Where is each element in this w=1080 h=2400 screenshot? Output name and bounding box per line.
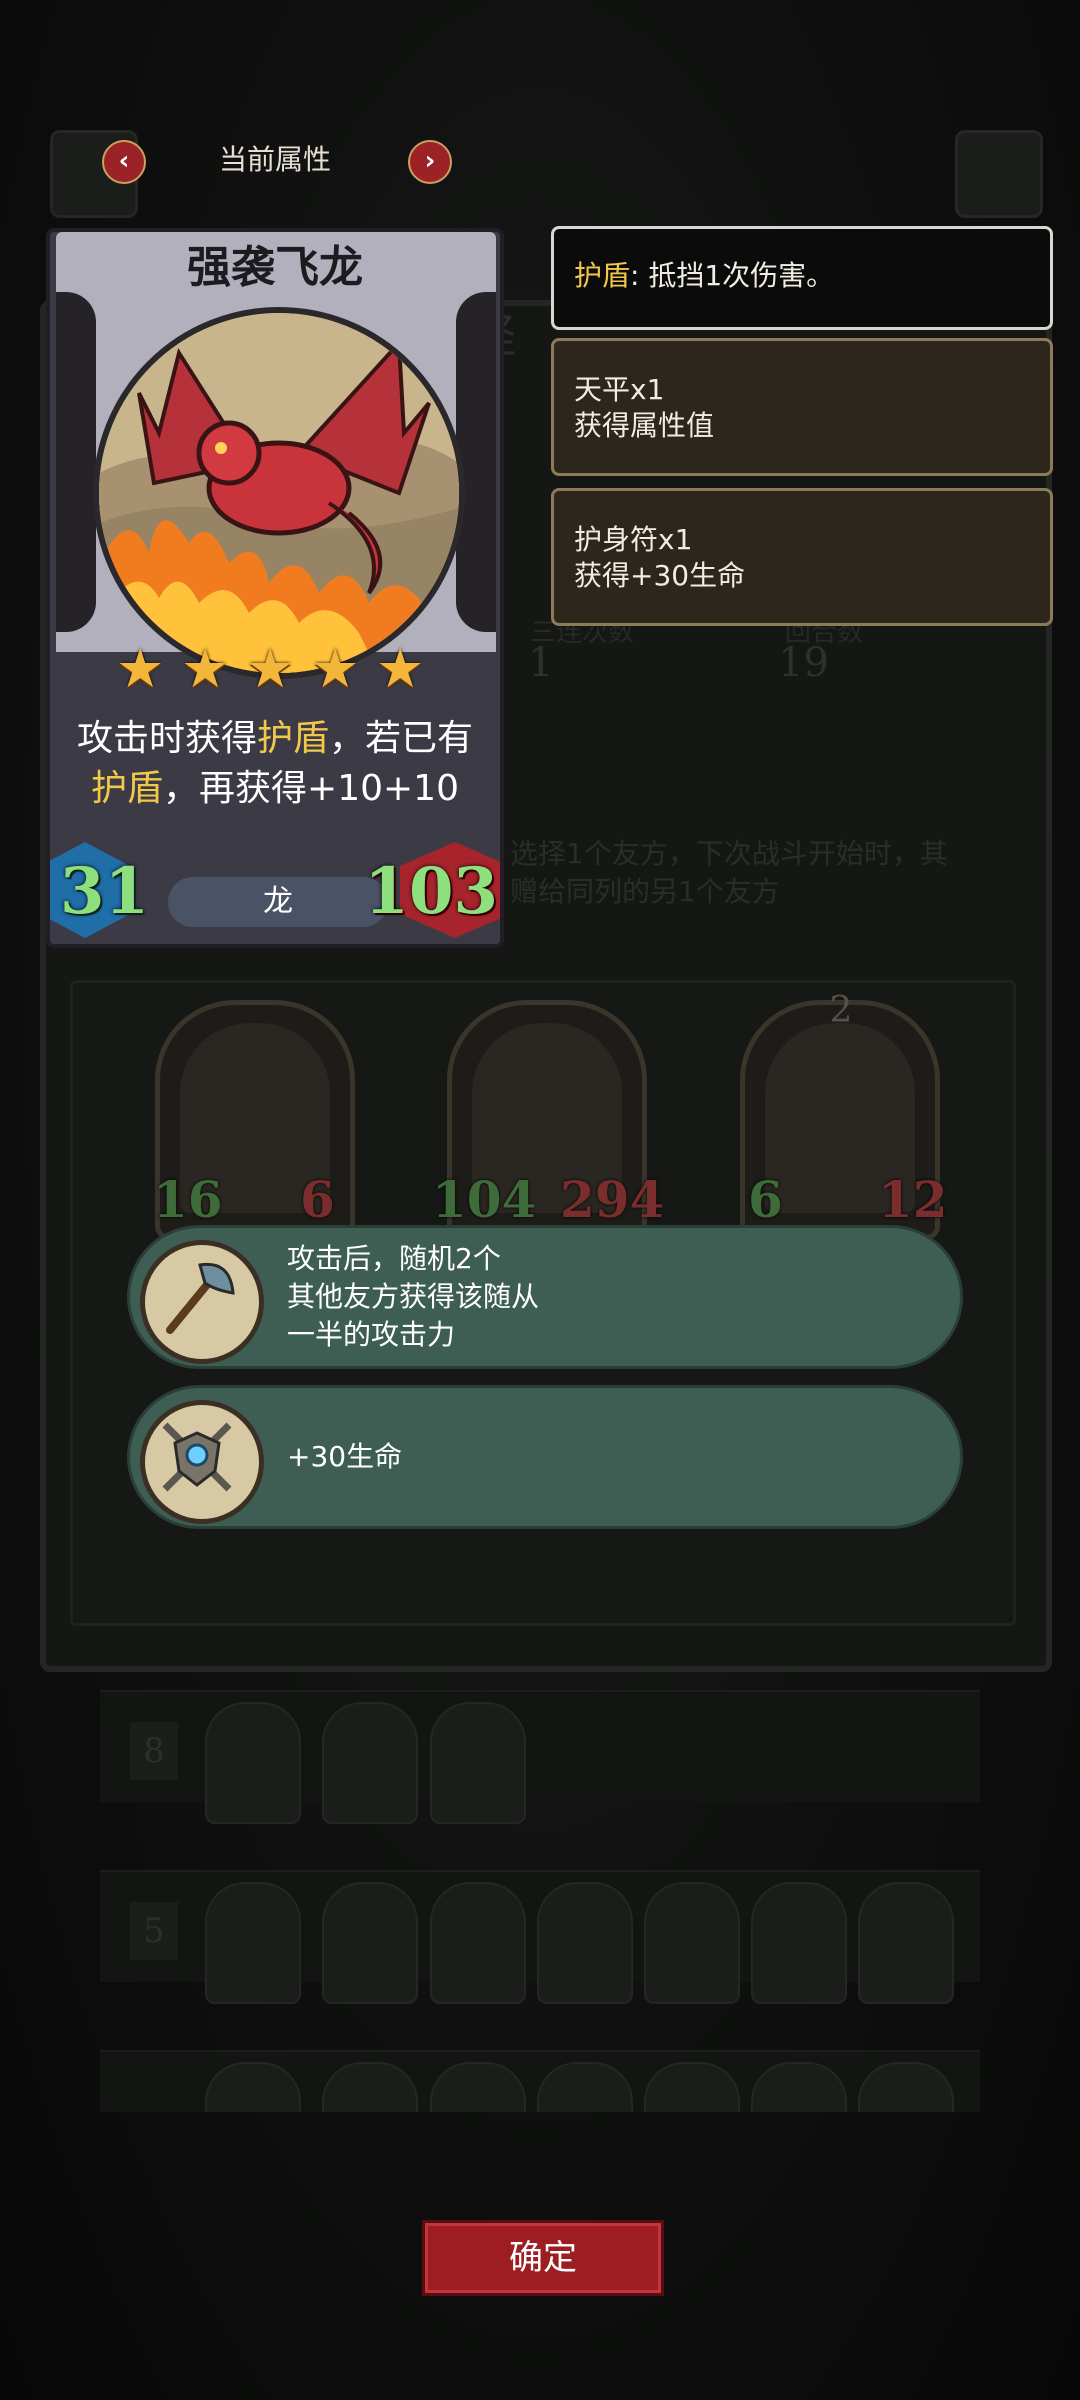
dragon-portrait (93, 307, 465, 679)
chevron-left-icon: ‹ (118, 146, 130, 176)
board-unit-3-health: 12 (878, 1170, 948, 1229)
shield-keyword[interactable]: 护盾 (91, 768, 163, 809)
next-page-button[interactable]: › (408, 140, 452, 184)
bg-stat-triples: 1 (528, 640, 554, 686)
star-rating: ★ ★ ★ ★ ★ (116, 642, 436, 702)
shop-row-2: 5 (100, 1870, 980, 2004)
shield-amulet-icon (140, 1400, 264, 1524)
board-unit-3-tier: 2 (829, 990, 853, 1031)
card-health: 103 (364, 854, 498, 929)
shield-keyword[interactable]: 护盾 (257, 718, 329, 759)
effect-line: +30生命 (287, 1440, 403, 1473)
bg-stat-round: 19 (778, 640, 829, 686)
board-unit-1-health: 6 (300, 1170, 335, 1229)
bg-description: 选择1个友方，下次战斗开始时，其 赠给同列的另1个友方 (510, 837, 948, 908)
shop-slot[interactable] (537, 1882, 633, 2004)
item-name: 护身符x1 (574, 523, 693, 556)
shop-slot[interactable] (430, 2062, 526, 2112)
shop-slot[interactable] (322, 2062, 418, 2112)
card-name: 强袭飞龙 (187, 242, 363, 293)
item-desc: 获得+30生命 (574, 559, 746, 592)
shop-slot[interactable] (205, 2062, 301, 2112)
shop-slot[interactable] (644, 1882, 740, 2004)
confirm-button[interactable]: 确定 (422, 2220, 664, 2296)
shop-slot[interactable] (751, 2062, 847, 2112)
card-ability: 攻击时获得护盾，若已有护盾，再获得+10+10 (76, 718, 474, 809)
axe-icon (140, 1240, 264, 1364)
item-desc: 获得属性值 (574, 409, 715, 442)
shop-row-1: 8 (100, 1690, 980, 1824)
board-unit-1-attack: 16 (153, 1170, 223, 1229)
shop-slot[interactable] (205, 1882, 301, 2004)
shield-tooltip-desc: : 抵挡1次伤害。 (630, 259, 835, 292)
bg-menu-icon (955, 130, 1043, 218)
shop-slot[interactable] (751, 1882, 847, 2004)
minion-card: 强袭飞龙 ★ ★ ★ ★ ★ 攻击时获得护盾，若已有护盾，再获得+10+10 3… (46, 228, 504, 948)
effect-line: 攻击后，随机2个 (287, 1242, 501, 1275)
item-tooltip-amulet: 护身符x1 获得+30生命 (551, 488, 1053, 626)
board-unit-3-attack: 6 (748, 1170, 783, 1229)
effect-line: 其他友方获得该随从 (287, 1280, 540, 1313)
item-name: 天平x1 (574, 373, 665, 406)
shop-row-2-tier: 5 (130, 1902, 178, 1960)
shop-slot[interactable] (644, 2062, 740, 2112)
effect-line: 一半的攻击力 (287, 1318, 456, 1351)
star-icon: ★ (376, 637, 425, 700)
shop-slot[interactable] (322, 1702, 418, 1824)
shop-slot[interactable] (205, 1702, 301, 1824)
shop-slot[interactable] (322, 1882, 418, 2004)
card-attack: 31 (60, 854, 150, 929)
item-tooltip-scale: 天平x1 获得属性值 (551, 338, 1053, 476)
chevron-right-icon: › (424, 146, 436, 176)
shop-row-3 (100, 2050, 980, 2112)
game-screen: 怪 三连次数 回合数 1 19 选择1个友方，下次战斗开始时，其 赠给同列的另1… (0, 0, 1080, 2400)
board-unit-2-attack: 104 (432, 1170, 537, 1229)
board-unit-2-health: 294 (560, 1170, 665, 1229)
star-icon: ★ (246, 637, 295, 700)
star-icon: ★ (311, 637, 360, 700)
page-title: 当前属性 (218, 143, 331, 176)
shield-tooltip: 护盾: 抵挡1次伤害。 (551, 226, 1053, 330)
card-tribe: 龙 (168, 877, 388, 927)
star-icon: ★ (181, 637, 230, 700)
prev-page-button[interactable]: ‹ (102, 140, 146, 184)
shop-slot[interactable] (430, 1882, 526, 2004)
effect-bubble-axe: 攻击后，随机2个 其他友方获得该随从 一半的攻击力 (130, 1228, 960, 1366)
star-icon: ★ (116, 637, 165, 700)
effect-bubble-amulet: +30生命 (130, 1388, 960, 1526)
shop-slot[interactable] (858, 1882, 954, 2004)
shop-slot[interactable] (858, 2062, 954, 2112)
shop-slot[interactable] (537, 2062, 633, 2112)
shop-row-1-tier: 8 (130, 1722, 178, 1780)
shop-slot[interactable] (430, 1702, 526, 1824)
shield-tooltip-keyword: 护盾 (574, 259, 631, 292)
